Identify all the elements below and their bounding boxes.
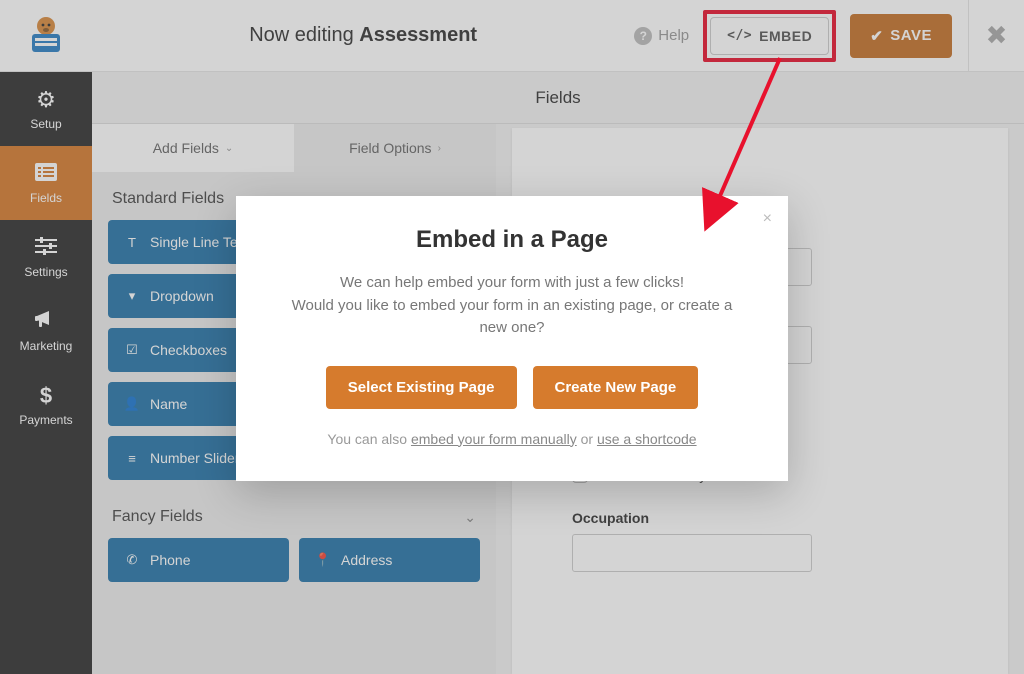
- embed-modal: × Embed in a Page We can help embed your…: [236, 196, 788, 481]
- create-new-page-button[interactable]: Create New Page: [533, 366, 699, 409]
- modal-line1: We can help embed your form with just a …: [340, 274, 684, 291]
- modal-title: Embed in a Page: [286, 226, 738, 254]
- modal-line2: Would you like to embed your form in an …: [292, 297, 733, 337]
- select-existing-page-button[interactable]: Select Existing Page: [326, 366, 517, 409]
- modal-text: We can help embed your form with just a …: [286, 272, 738, 340]
- embed-manually-link[interactable]: embed your form manually: [411, 431, 577, 447]
- close-icon: ×: [763, 210, 772, 227]
- use-shortcode-link[interactable]: use a shortcode: [597, 431, 697, 447]
- footer-pre: You can also: [327, 431, 411, 447]
- modal-close-button[interactable]: ×: [763, 210, 772, 228]
- modal-footer: You can also embed your form manually or…: [286, 431, 738, 447]
- footer-mid: or: [577, 431, 597, 447]
